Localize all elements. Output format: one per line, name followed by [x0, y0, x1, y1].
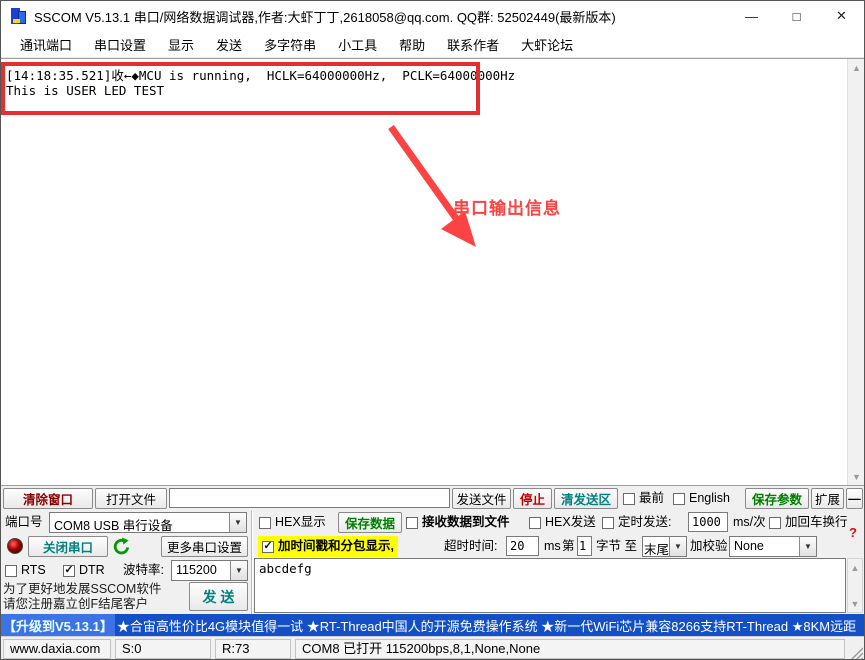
hex-send-label: HEX发送 — [545, 512, 596, 533]
receive-to-file-label: 接收数据到文件 — [422, 512, 510, 533]
timed-send-checkbox[interactable] — [602, 517, 614, 529]
rts-checkbox[interactable] — [5, 565, 17, 577]
append-crlf-checkbox[interactable] — [769, 517, 781, 529]
chevron-down-icon[interactable]: ▼ — [230, 561, 247, 580]
baud-rate-select[interactable]: 115200 ▼ — [171, 560, 248, 581]
rts-label: RTS — [21, 560, 46, 581]
collapse-panel-button[interactable]: — — [846, 488, 863, 509]
app-icon — [10, 7, 28, 25]
chevron-down-icon[interactable]: ▼ — [799, 537, 816, 556]
receive-to-file-checkbox[interactable] — [406, 517, 418, 529]
interval-unit-label: ms/次 — [733, 512, 766, 533]
refresh-ports-icon[interactable] — [112, 537, 131, 556]
port-select-value: COM8 USB 串行设备 — [50, 513, 229, 532]
checksum-label: 加校验 — [690, 536, 728, 557]
menu-serial-settings[interactable]: 串口设置 — [83, 31, 157, 58]
byte-to-label: 字节 至 — [596, 536, 637, 557]
timestamp-option-highlight: 加时间戳和分包显示, — [258, 536, 398, 557]
terminal-output: [14:18:35.521]收←◆MCU is running, HCLK=64… — [1, 58, 864, 485]
sscom-window: SSCOM V5.13.1 串口/网络数据调试器,作者:大虾丁丁,2618058… — [0, 0, 865, 660]
scroll-up-icon[interactable]: ▲ — [848, 59, 864, 76]
menu-help[interactable]: 帮助 — [388, 31, 436, 58]
red-arrow-annotation — [381, 119, 491, 254]
checksum-select[interactable]: None ▼ — [729, 536, 817, 557]
menu-multi-string[interactable]: 多字符串 — [253, 31, 327, 58]
timeout-unit-label: ms — [544, 536, 561, 557]
window-title: SSCOM V5.13.1 串口/网络数据调试器,作者:大虾丁丁,2618058… — [34, 7, 616, 26]
received-count-status: R:73 — [215, 639, 291, 659]
title-bar: SSCOM V5.13.1 串口/网络数据调试器,作者:大虾丁丁,2618058… — [1, 1, 864, 31]
stop-button[interactable]: 停止 — [513, 488, 552, 509]
open-file-button[interactable]: 打开文件 — [95, 488, 167, 509]
baud-rate-label: 波特率: — [123, 560, 164, 581]
maximize-button[interactable]: □ — [774, 1, 819, 31]
save-data-button[interactable]: 保存数据 — [338, 512, 402, 533]
hex-display-checkbox[interactable] — [259, 517, 271, 529]
close-port-button[interactable]: 关闭串口 — [28, 536, 108, 557]
port-open-led-icon — [7, 538, 23, 554]
port-open-status: COM8 已打开 115200bps,8,1,None,None — [295, 639, 845, 659]
scroll-up-icon[interactable]: ▲ — [848, 559, 862, 576]
status-bar: www.daxia.com S:0 R:73 COM8 已打开 115200bp… — [1, 636, 864, 660]
promo-text: 为了更好地发展SSCOM软件 请您注册嘉立创F结尾客户 — [3, 582, 161, 612]
banner-text: ★合宙高性价比4G模块值得一试 ★RT-Thread中国人的开源免费操作系统 ★… — [117, 616, 856, 635]
send-interval-input[interactable] — [688, 512, 728, 532]
scroll-down-icon[interactable]: ▼ — [848, 468, 864, 485]
timestamp-label: 加时间戳和分包显示, — [278, 536, 394, 557]
website-status: www.daxia.com — [3, 639, 111, 659]
port-select[interactable]: COM8 USB 串行设备 ▼ — [49, 512, 247, 533]
byte-to-select[interactable]: 末尾 ▼ — [642, 536, 687, 557]
menu-tools[interactable]: 小工具 — [327, 31, 388, 58]
highlight-box-annotation — [1, 62, 480, 115]
byte-to-value: 末尾 — [643, 537, 669, 556]
chevron-down-icon[interactable]: ▼ — [669, 537, 686, 556]
topmost-label: 最前 — [639, 488, 664, 509]
send-file-button[interactable]: 发送文件 — [452, 488, 511, 509]
save-params-button[interactable]: 保存参数 — [745, 488, 809, 509]
terminal-scrollbar[interactable]: ▲ ▼ — [847, 59, 864, 485]
timed-send-label: 定时发送: — [618, 512, 671, 533]
dtr-label: DTR — [79, 560, 105, 581]
byte-from-input[interactable] — [577, 536, 592, 556]
english-label: English — [689, 488, 730, 509]
english-checkbox[interactable] — [673, 493, 685, 505]
send-button[interactable]: 发 送 — [189, 582, 248, 611]
more-serial-settings-button[interactable]: 更多串口设置 — [161, 536, 248, 557]
resize-grip-icon[interactable] — [849, 646, 863, 660]
chevron-down-icon[interactable]: ▼ — [229, 513, 246, 532]
promo-line-2: 请您注册嘉立创F结尾客户 — [3, 597, 161, 612]
timestamp-checkbox[interactable] — [262, 541, 274, 553]
baud-rate-value: 115200 — [172, 561, 230, 580]
clear-window-button[interactable]: 清除窗口 — [3, 488, 93, 509]
menu-send[interactable]: 发送 — [205, 31, 253, 58]
file-path-input[interactable] — [169, 488, 450, 508]
clear-send-area-button[interactable]: 清发送区 — [554, 488, 618, 509]
close-button[interactable]: ✕ — [819, 1, 864, 31]
timeout-label: 超时时间: — [444, 536, 497, 557]
sent-count-status: S:0 — [115, 639, 211, 659]
menu-bar: 通讯端口 串口设置 显示 发送 多字符串 小工具 帮助 联系作者 大虾论坛 — [1, 31, 864, 58]
port-label: 端口号 — [5, 512, 43, 533]
annotation-label: 串口输出信息 — [453, 194, 561, 219]
menu-contact-author[interactable]: 联系作者 — [436, 31, 510, 58]
expand-button[interactable]: 扩展 — [811, 488, 844, 509]
append-crlf-label: 加回车换行 — [785, 512, 848, 533]
promo-line-1: 为了更好地发展SSCOM软件 — [3, 582, 161, 597]
upgrade-link[interactable]: 【升级到V5.13.1】 — [1, 614, 115, 636]
byte-from-label: 第 — [562, 536, 575, 557]
minimize-button[interactable]: — — [729, 1, 774, 31]
timeout-input[interactable] — [506, 536, 539, 556]
menu-comm-port[interactable]: 通讯端口 — [9, 31, 83, 58]
hex-display-label: HEX显示 — [275, 512, 326, 533]
menu-display[interactable]: 显示 — [157, 31, 205, 58]
hex-send-checkbox[interactable] — [529, 517, 541, 529]
checksum-value: None — [730, 537, 799, 556]
promo-banner[interactable]: 【升级到V5.13.1】 ★合宙高性价比4G模块值得一试 ★RT-Thread中… — [1, 614, 864, 636]
control-panel: 清除窗口 打开文件 发送文件 停止 清发送区 最前 English 保存参数 扩… — [1, 485, 864, 614]
topmost-checkbox[interactable] — [623, 493, 635, 505]
dtr-checkbox[interactable] — [63, 565, 75, 577]
menu-daxia-forum[interactable]: 大虾论坛 — [510, 31, 584, 58]
